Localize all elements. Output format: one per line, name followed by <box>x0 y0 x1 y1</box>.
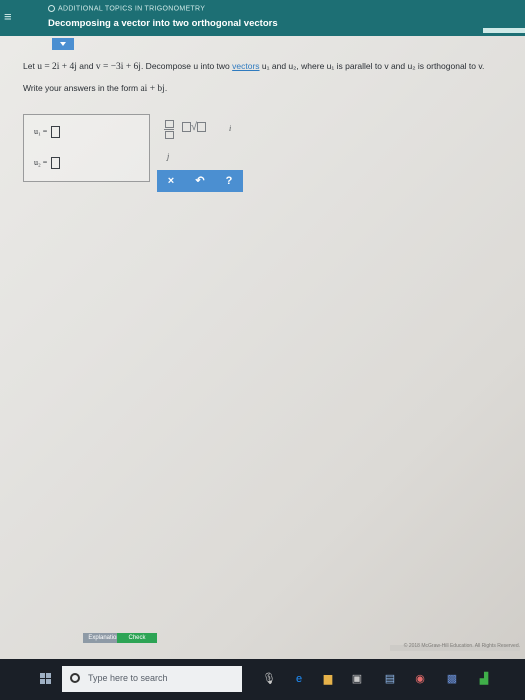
file-explorer-icon[interactable]: ▆ <box>322 673 334 685</box>
sqrt-button[interactable]: √ <box>182 121 207 133</box>
coefficient-box-icon <box>182 122 191 133</box>
copyright-bar: © 2018 McGraw-Hill Education. All Rights… <box>390 643 520 651</box>
problem-statement: Let u = 2i + 4j and v = −3i + 6j. Decomp… <box>23 61 485 72</box>
check-button[interactable]: Check <box>117 633 157 643</box>
fraction-denominator-icon <box>164 131 174 139</box>
header-bar: ≡ ADDITIONAL TOPICS IN TRIGONOMETRY Deco… <box>0 0 525 36</box>
undo-button[interactable]: ↶ <box>186 170 214 192</box>
j-button[interactable]: j <box>167 152 169 161</box>
u1-input[interactable] <box>51 126 61 138</box>
v-definition: v = −3i + 6j <box>95 62 141 72</box>
radicand-box-icon <box>197 122 207 133</box>
windows-start-icon[interactable] <box>40 673 52 685</box>
u2-label: u₂ = <box>34 157 48 167</box>
search-placeholder: Type here to search <box>88 673 168 683</box>
u1-label: u₁ = <box>34 126 48 136</box>
collapse-toggle-button[interactable] <box>52 38 74 50</box>
topic-breadcrumb: ADDITIONAL TOPICS IN TRIGONOMETRY <box>48 5 205 12</box>
u1-answer-row: u₁ = <box>34 126 61 138</box>
palette-action-bar: × ↶ ? <box>157 170 243 192</box>
page-title: Decomposing a vector into two orthogonal… <box>48 18 278 29</box>
chrome-icon[interactable]: ◉ <box>414 673 426 685</box>
answer-box: u₁ = u₂ = <box>23 114 150 182</box>
windows-taskbar: Type here to search 🎙 e ▆ ▣ ▤ ◉ ▩ ▟ <box>0 659 525 700</box>
fraction-numerator-icon <box>164 120 174 128</box>
store-icon[interactable]: ▣ <box>351 673 363 685</box>
fraction-button[interactable] <box>164 120 174 139</box>
topic-circle-icon <box>48 5 55 12</box>
math-palette: √ i j × ↶ ? <box>157 114 243 192</box>
app-icon[interactable]: ▩ <box>446 673 458 685</box>
cortana-circle-icon <box>70 673 80 683</box>
help-button[interactable]: ? <box>215 170 243 192</box>
clear-button[interactable]: × <box>157 170 185 192</box>
excel-icon[interactable]: ▟ <box>478 673 490 685</box>
hamburger-menu-icon[interactable]: ≡ <box>4 9 16 25</box>
i-button[interactable]: i <box>229 124 231 133</box>
u2-input[interactable] <box>51 157 61 169</box>
answer-form: ai + bj <box>140 84 165 94</box>
instruction-text: Write your answers in the form ai + bj. <box>23 83 168 94</box>
microphone-icon[interactable]: 🎙 <box>262 673 276 685</box>
u-definition: u = 2i + 4j <box>37 62 77 72</box>
vectors-link[interactable]: vectors <box>232 61 259 71</box>
progress-bar <box>483 28 525 33</box>
edge-browser-icon[interactable]: e <box>293 673 305 685</box>
taskbar-search-box[interactable]: Type here to search <box>62 666 242 692</box>
u2-answer-row: u₂ = <box>34 157 61 169</box>
photos-icon[interactable]: ▤ <box>384 673 396 685</box>
copyright-text: © 2018 McGraw-Hill Education. All Rights… <box>403 643 520 649</box>
